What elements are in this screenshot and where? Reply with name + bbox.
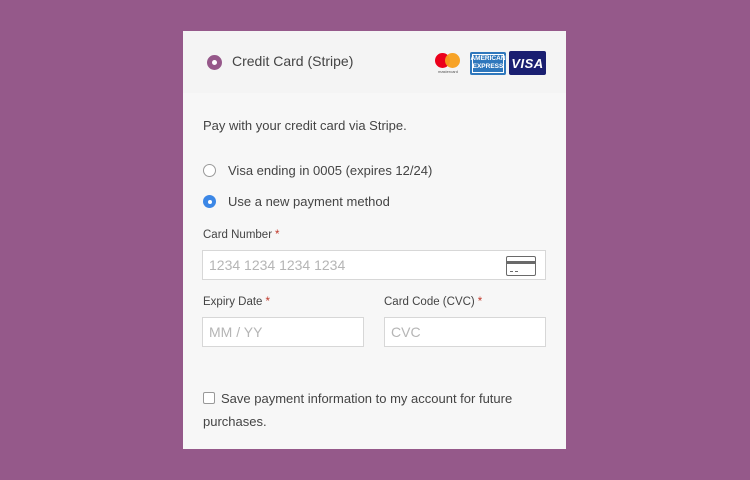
expiry-label: Expiry Date * bbox=[203, 296, 270, 308]
save-payment-label[interactable]: Save payment information to my account f… bbox=[203, 391, 512, 429]
saved-card-option[interactable]: Visa ending in 0005 (expires 12/24) bbox=[203, 163, 432, 178]
cvc-label: Card Code (CVC) * bbox=[384, 296, 482, 308]
mastercard-logo-icon: mastercard bbox=[434, 51, 462, 75]
payment-method-header[interactable]: Credit Card (Stripe) mastercard AMERICAN… bbox=[183, 31, 566, 93]
cvc-input[interactable]: CVC bbox=[384, 317, 546, 347]
required-mark: * bbox=[265, 296, 270, 308]
saved-card-label[interactable]: Visa ending in 0005 (expires 12/24) bbox=[228, 163, 432, 178]
payment-description: Pay with your credit card via Stripe. bbox=[203, 118, 407, 133]
card-number-input[interactable]: 1234 1234 1234 1234 bbox=[202, 250, 546, 280]
cvc-label-text: Card Code (CVC) bbox=[384, 296, 475, 308]
visa-logo-icon: VISA bbox=[509, 51, 546, 75]
save-payment-option[interactable]: Save payment information to my account f… bbox=[203, 387, 543, 433]
amex-logo-icon: AMERICAN EXPRESS bbox=[470, 51, 506, 75]
radio-unselected-icon[interactable] bbox=[203, 164, 216, 177]
required-mark: * bbox=[275, 229, 280, 241]
amex-line1: AMERICAN bbox=[470, 55, 506, 62]
required-mark: * bbox=[477, 296, 483, 308]
payment-method-label[interactable]: Credit Card (Stripe) bbox=[232, 53, 353, 69]
mastercard-text: mastercard bbox=[437, 69, 458, 74]
new-payment-label[interactable]: Use a new payment method bbox=[228, 194, 390, 209]
new-payment-option[interactable]: Use a new payment method bbox=[203, 194, 390, 209]
card-number-label: Card Number * bbox=[203, 229, 280, 241]
card-logos: mastercard AMERICAN EXPRESS VISA bbox=[434, 50, 546, 76]
amex-line2: EXPRESS bbox=[472, 63, 504, 70]
expiry-input[interactable]: MM / YY bbox=[202, 317, 364, 347]
radio-checked-icon[interactable] bbox=[203, 195, 216, 208]
card-number-label-text: Card Number bbox=[203, 229, 273, 241]
cvc-placeholder: CVC bbox=[391, 324, 421, 340]
card-number-placeholder: 1234 1234 1234 1234 bbox=[209, 257, 346, 273]
expiry-label-text: Expiry Date bbox=[203, 296, 263, 308]
payment-panel: Credit Card (Stripe) mastercard AMERICAN… bbox=[183, 31, 566, 449]
expiry-placeholder: MM / YY bbox=[209, 324, 263, 340]
save-payment-checkbox[interactable] bbox=[203, 392, 215, 404]
credit-card-icon bbox=[506, 256, 536, 276]
radio-selected-icon[interactable] bbox=[207, 55, 222, 70]
